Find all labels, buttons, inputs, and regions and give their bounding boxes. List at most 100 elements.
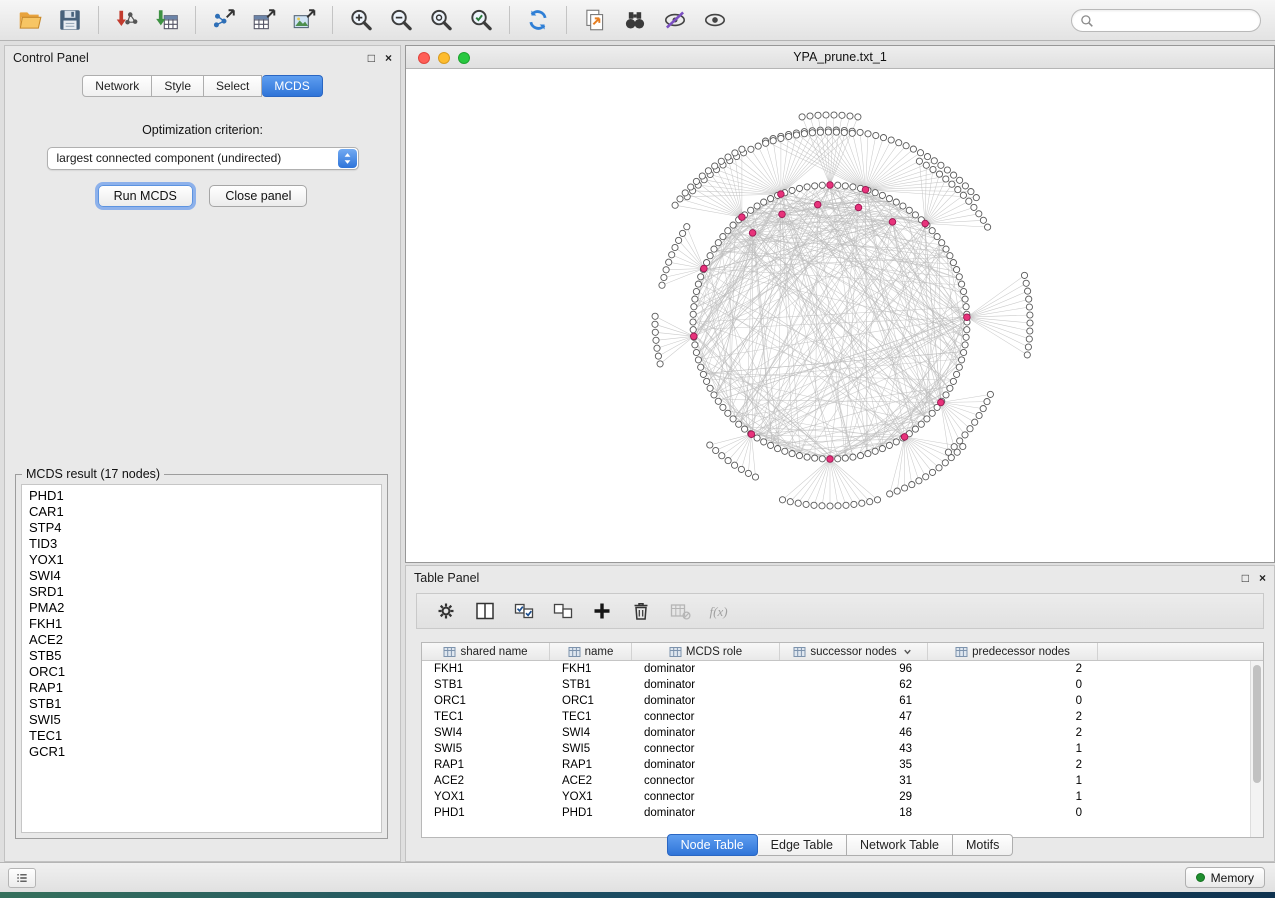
tab-network[interactable]: Network bbox=[82, 75, 152, 97]
leaf-node[interactable] bbox=[917, 150, 923, 156]
ring-node[interactable] bbox=[954, 371, 960, 377]
dominator-node[interactable] bbox=[827, 182, 834, 189]
ring-node[interactable] bbox=[950, 260, 956, 266]
ring-node[interactable] bbox=[796, 453, 802, 459]
leaf-node[interactable] bbox=[738, 466, 744, 472]
leaf-node[interactable] bbox=[1025, 344, 1031, 350]
leaf-node[interactable] bbox=[967, 426, 973, 432]
dominator-node[interactable] bbox=[701, 265, 708, 272]
dominator-node[interactable] bbox=[814, 201, 821, 208]
ring-node[interactable] bbox=[707, 385, 713, 391]
column-header-shared-name[interactable]: shared name bbox=[422, 643, 550, 660]
leaf-node[interactable] bbox=[725, 154, 731, 160]
leaf-node[interactable] bbox=[894, 488, 900, 494]
leaf-node[interactable] bbox=[960, 192, 966, 198]
leaf-node[interactable] bbox=[960, 443, 966, 449]
ring-node[interactable] bbox=[954, 267, 960, 273]
leaf-node[interactable] bbox=[682, 190, 688, 196]
ring-node[interactable] bbox=[692, 296, 698, 302]
leaf-node[interactable] bbox=[835, 503, 841, 509]
ring-node[interactable] bbox=[886, 196, 892, 202]
leaf-node[interactable] bbox=[929, 469, 935, 475]
mcds-result-item[interactable]: GCR1 bbox=[29, 744, 381, 760]
leaf-node[interactable] bbox=[815, 112, 821, 118]
ring-node[interactable] bbox=[715, 398, 721, 404]
leaf-node[interactable] bbox=[951, 444, 957, 450]
ring-node[interactable] bbox=[906, 207, 912, 213]
float-panel-icon[interactable]: □ bbox=[368, 52, 375, 64]
ring-node[interactable] bbox=[962, 296, 968, 302]
leaf-node[interactable] bbox=[930, 166, 936, 172]
leaf-node[interactable] bbox=[936, 171, 942, 177]
leaf-node[interactable] bbox=[807, 113, 813, 119]
column-options-icon[interactable] bbox=[793, 646, 806, 658]
memory-button[interactable]: Memory bbox=[1185, 867, 1265, 888]
leaf-node[interactable] bbox=[976, 412, 982, 418]
delete-row-button[interactable] bbox=[626, 597, 656, 625]
ring-node[interactable] bbox=[879, 446, 885, 452]
ring-node[interactable] bbox=[842, 455, 848, 461]
ring-node[interactable] bbox=[924, 416, 930, 422]
ring-node[interactable] bbox=[700, 371, 706, 377]
settings-button[interactable] bbox=[431, 597, 461, 625]
ring-node[interactable] bbox=[768, 196, 774, 202]
leaf-node[interactable] bbox=[938, 162, 944, 168]
leaf-node[interactable] bbox=[923, 162, 929, 168]
ring-node[interactable] bbox=[956, 364, 962, 370]
leaf-node[interactable] bbox=[874, 497, 880, 503]
mcds-result-item[interactable]: ORC1 bbox=[29, 664, 381, 680]
ring-node[interactable] bbox=[893, 439, 899, 445]
ring-node[interactable] bbox=[715, 240, 721, 246]
leaf-node[interactable] bbox=[713, 447, 719, 453]
ring-node[interactable] bbox=[964, 327, 970, 333]
leaf-node[interactable] bbox=[909, 482, 915, 488]
mcds-result-item[interactable]: RAP1 bbox=[29, 680, 381, 696]
leaf-node[interactable] bbox=[1024, 352, 1030, 358]
ring-node[interactable] bbox=[748, 207, 754, 213]
leaf-node[interactable] bbox=[672, 244, 678, 250]
ring-node[interactable] bbox=[736, 421, 742, 427]
status-menu-button[interactable] bbox=[8, 868, 36, 888]
tab-node-table[interactable]: Node Table bbox=[667, 834, 758, 856]
leaf-node[interactable] bbox=[677, 196, 683, 202]
mcds-result-item[interactable]: SRD1 bbox=[29, 584, 381, 600]
leaf-node[interactable] bbox=[973, 195, 979, 201]
ring-node[interactable] bbox=[782, 448, 788, 454]
save-session-button[interactable] bbox=[50, 3, 90, 37]
dominator-node[interactable] bbox=[901, 434, 908, 441]
ring-node[interactable] bbox=[956, 274, 962, 280]
leaf-node[interactable] bbox=[976, 211, 982, 217]
leaf-node[interactable] bbox=[944, 167, 950, 173]
ring-node[interactable] bbox=[857, 453, 863, 459]
zoom-fit-button[interactable] bbox=[421, 3, 461, 37]
leaf-node[interactable] bbox=[955, 187, 961, 193]
dominator-node[interactable] bbox=[922, 220, 929, 227]
leaf-node[interactable] bbox=[903, 143, 909, 149]
ring-node[interactable] bbox=[761, 439, 767, 445]
leaf-node[interactable] bbox=[669, 252, 675, 258]
column-header-successor-nodes[interactable]: successor nodes bbox=[780, 643, 928, 660]
table-row[interactable]: ACE2ACE2connector311 bbox=[422, 773, 1250, 789]
ring-node[interactable] bbox=[893, 199, 899, 205]
ring-node[interactable] bbox=[711, 246, 717, 252]
ring-node[interactable] bbox=[912, 426, 918, 432]
leaf-node[interactable] bbox=[951, 172, 957, 178]
leaf-node[interactable] bbox=[966, 198, 972, 204]
leaf-node[interactable] bbox=[725, 458, 731, 464]
dominator-node[interactable] bbox=[749, 230, 756, 237]
ring-node[interactable] bbox=[775, 446, 781, 452]
leaf-node[interactable] bbox=[972, 419, 978, 425]
ring-node[interactable] bbox=[691, 304, 697, 310]
ring-node[interactable] bbox=[865, 451, 871, 457]
leaf-node[interactable] bbox=[949, 181, 955, 187]
table-row[interactable]: SWI5SWI5connector431 bbox=[422, 741, 1250, 757]
leaf-node[interactable] bbox=[793, 132, 799, 138]
column-header-predecessor-nodes[interactable]: predecessor nodes bbox=[928, 643, 1098, 660]
leaf-node[interactable] bbox=[672, 202, 678, 208]
leaf-node[interactable] bbox=[987, 391, 993, 397]
refresh-layout-button[interactable] bbox=[518, 3, 558, 37]
mcds-result-item[interactable]: FKH1 bbox=[29, 616, 381, 632]
ring-node[interactable] bbox=[695, 281, 701, 287]
table-row[interactable]: RAP1RAP1dominator352 bbox=[422, 757, 1250, 773]
ring-node[interactable] bbox=[704, 260, 710, 266]
